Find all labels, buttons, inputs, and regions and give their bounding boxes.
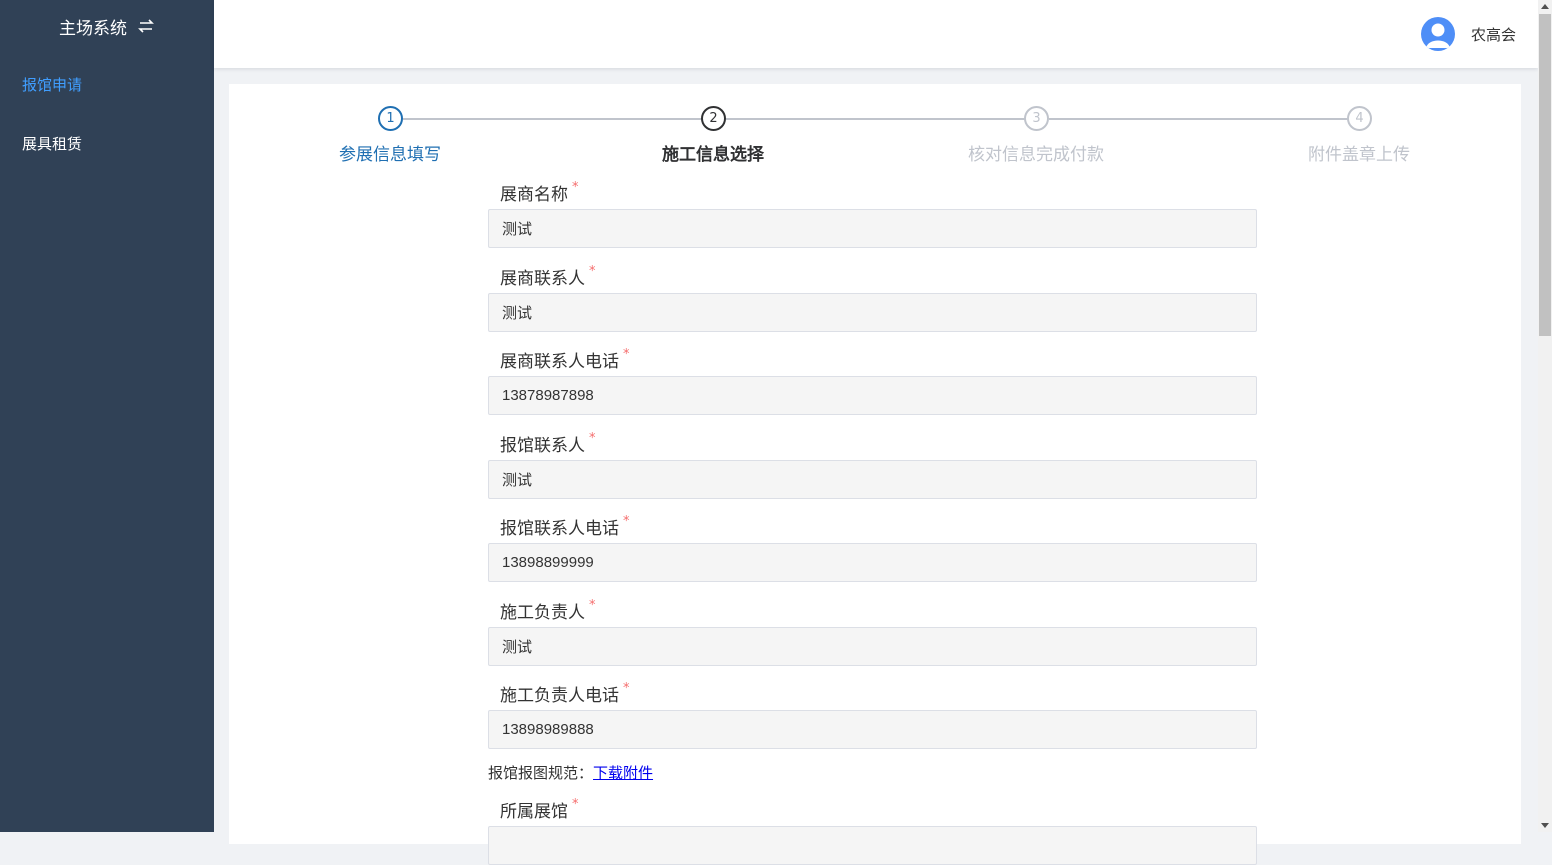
sidebar-item-booth-apply[interactable]: 报馆申请 <box>22 74 82 95</box>
required-mark: * <box>623 347 630 362</box>
user-icon <box>1426 23 1450 48</box>
exhibitor-contact-phone-field[interactable]: 13878987898 <box>488 376 1257 415</box>
required-mark: * <box>623 514 630 529</box>
step-connector <box>1049 118 1360 120</box>
step-connector <box>403 118 713 120</box>
booth-contact-field[interactable]: 测试 <box>488 460 1257 499</box>
step-3-icon: 3 <box>1024 106 1049 131</box>
scroll-thumb[interactable] <box>1539 14 1551 336</box>
brand-title: 主场系统 <box>59 18 127 39</box>
required-mark: * <box>623 681 630 696</box>
exhibitor-name-label: 展商名称 * <box>500 180 579 205</box>
construction-lead-phone-label: 施工负责人电话 * <box>500 681 630 706</box>
username[interactable]: 农高会 <box>1471 24 1516 45</box>
scrollbar[interactable] <box>1538 0 1552 832</box>
download-attachment-link[interactable]: 下载附件 <box>593 764 653 782</box>
sidebar-item-equipment-rental[interactable]: 展具租赁 <box>22 133 82 154</box>
booth-contact-phone-label: 报馆联系人电话 * <box>500 514 630 539</box>
step-1-icon: 1 <box>378 106 403 131</box>
required-mark: * <box>572 180 579 195</box>
scroll-down-icon[interactable] <box>1541 823 1549 828</box>
avatar[interactable] <box>1421 17 1455 51</box>
booth-contact-label: 报馆联系人 * <box>500 431 596 456</box>
step-4-title: 附件盖章上传 <box>1308 145 1410 165</box>
form-card: 1 2 3 4 参展信息填写 施工信息选择 核对信息完成付款 附件盖章上传 展商… <box>229 84 1521 865</box>
required-mark: * <box>589 598 596 613</box>
step-connector <box>726 118 1037 120</box>
scroll-up-icon[interactable] <box>1541 4 1549 9</box>
step-2-icon: 2 <box>701 106 726 131</box>
required-mark: * <box>589 431 596 446</box>
switch-icon[interactable] <box>137 19 155 33</box>
top-bar: 农高会 <box>214 0 1538 68</box>
exhibitor-contact-label: 展商联系人 * <box>500 264 596 289</box>
construction-lead-label: 施工负责人 * <box>500 598 596 623</box>
exhibitor-name-field[interactable]: 测试 <box>488 209 1257 248</box>
construction-lead-field[interactable]: 测试 <box>488 627 1257 666</box>
download-prefix: 报馆报图规范： <box>488 764 594 782</box>
step-3-title: 核对信息完成付款 <box>968 145 1104 165</box>
step-2-title: 施工信息选择 <box>662 145 764 165</box>
download-row: 报馆报图规范：下载附件 <box>488 762 653 783</box>
exhibitor-contact-field[interactable]: 测试 <box>488 293 1257 332</box>
step-4-icon: 4 <box>1347 106 1372 131</box>
construction-lead-phone-field[interactable]: 13898989888 <box>488 710 1257 749</box>
brand[interactable]: 主场系统 <box>0 0 214 52</box>
required-mark: * <box>572 797 579 812</box>
exhibitor-contact-phone-label: 展商联系人电话 * <box>500 347 630 372</box>
booth-contact-phone-field[interactable]: 13898899999 <box>488 543 1257 582</box>
hall-label: 所属展馆 * <box>500 797 579 822</box>
sidebar: 主场系统 报馆申请 展具租赁 <box>0 0 214 832</box>
required-mark: * <box>589 264 596 279</box>
steps: 1 2 3 4 参展信息填写 施工信息选择 核对信息完成付款 附件盖章上传 <box>229 104 1521 165</box>
step-1-title: 参展信息填写 <box>339 145 441 165</box>
